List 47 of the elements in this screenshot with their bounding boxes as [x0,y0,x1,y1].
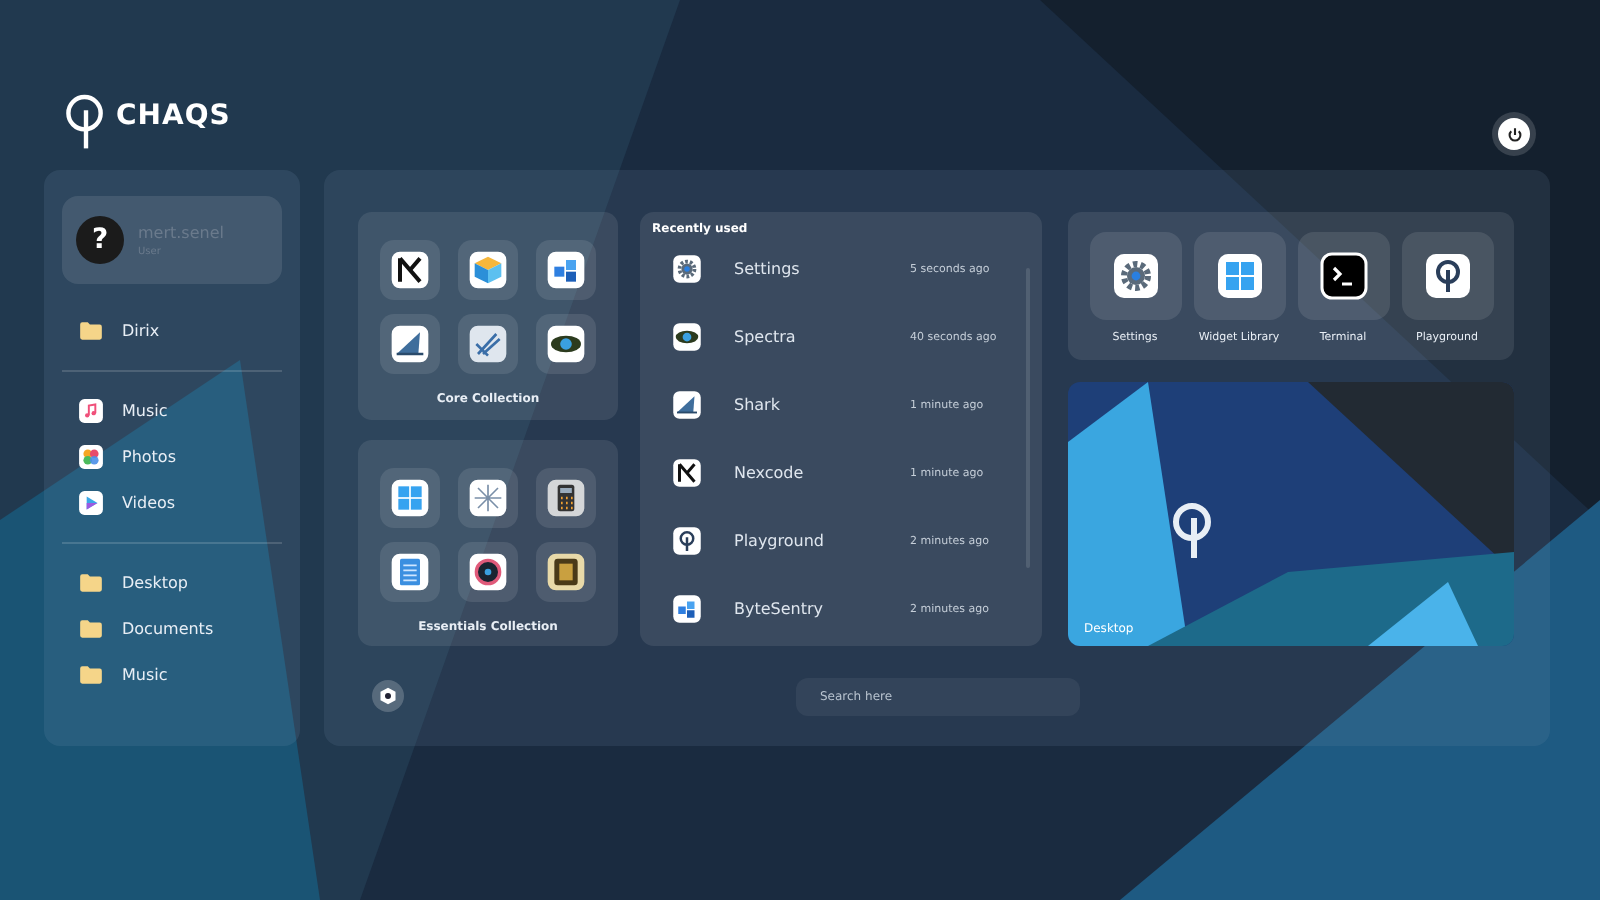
gear-icon [672,254,702,284]
cubes-icon [672,594,702,624]
q-logo-icon [64,90,108,154]
flower-icon [78,444,104,470]
app-tile[interactable] [380,314,440,374]
play-icon [78,490,104,516]
app-tile[interactable] [458,467,518,527]
app-tile[interactable] [458,240,518,300]
app-tile[interactable] [380,467,440,527]
app-name[interactable]: Spectra [734,328,910,346]
calculator-icon [546,477,586,517]
app-tile[interactable] [536,541,596,601]
app-name[interactable]: Nexcode [734,464,910,482]
app-tile[interactable] [380,541,440,601]
logo-text: CHAQS [116,100,231,132]
grid-icon [1215,252,1263,300]
eye-icon [546,324,586,364]
app-tile[interactable] [458,541,518,601]
card-icon [546,551,586,591]
app-tile[interactable] [458,314,518,374]
eye-icon [672,322,702,352]
hexagon-icon [378,686,398,706]
sidebar-item[interactable]: Videos [62,480,282,526]
q-logo-icon [672,526,702,556]
app-tile[interactable] [536,467,596,527]
app-tile[interactable] [536,314,596,374]
app-name[interactable]: Shark [734,396,910,414]
app-name[interactable]: Playground [734,532,910,550]
sidebar-item[interactable]: Music [62,652,282,698]
x-logo-icon [672,458,702,488]
fin-icon [672,390,702,420]
ring-icon [468,551,508,591]
sidebar-item[interactable]: Desktop [62,560,282,606]
music-note-icon [78,398,104,424]
sidebar-item[interactable]: Photos [62,434,282,480]
app-tile[interactable] [380,240,440,300]
gear-icon [1111,252,1159,300]
hexagon-button[interactable] [372,680,404,712]
sidebar-item[interactable]: Dirix [62,308,282,354]
sidebar-item[interactable]: Music [62,388,282,434]
app-tile[interactable] [536,240,596,300]
app-name[interactable]: Settings [734,260,910,278]
terminal-icon [1319,252,1367,300]
sidebar-item[interactable]: Documents [62,606,282,652]
app-name[interactable]: ByteSentry [734,600,910,618]
q-logo-icon [1423,252,1471,300]
power-icon [1505,125,1523,143]
